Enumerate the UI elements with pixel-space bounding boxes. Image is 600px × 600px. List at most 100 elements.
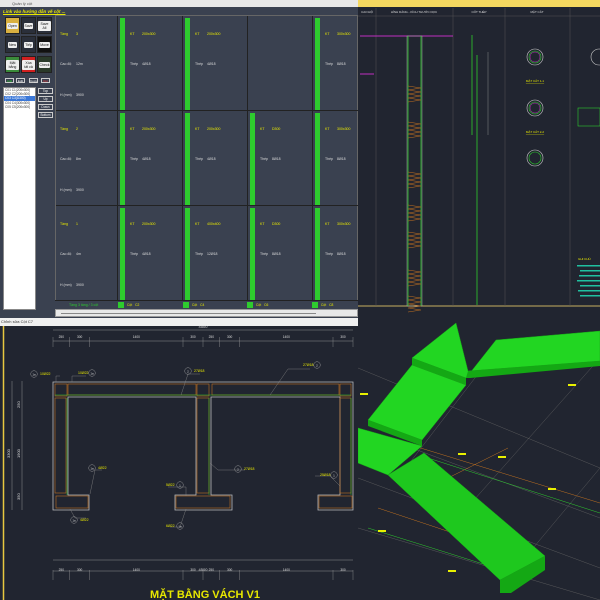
steel-label: Thép — [325, 252, 333, 256]
footer-column-c4[interactable]: Cột C4 — [183, 302, 204, 308]
size-value: 300x300 — [337, 222, 351, 226]
plan-title: MẶT BẰNG VÁCH V1 — [150, 588, 260, 600]
size-label: KT — [195, 32, 200, 36]
copy-button[interactable]: Copy — [29, 78, 38, 83]
section-label: MẶT CẮT 2-2 — [526, 129, 545, 134]
stirrups — [54, 383, 353, 509]
segment-dim: 300 — [190, 335, 196, 339]
steel-label: Thép — [130, 157, 138, 161]
height-value: 3900 — [76, 283, 84, 287]
floor-row: Tầng 2 Cao độ 8m H (mm) 3900 KT 200x300 Thép 4Ø18… — [56, 111, 358, 206]
check-button[interactable]: Check — [37, 56, 52, 73]
column-cell[interactable]: KT 300x300 Thép 8Ø18 — [313, 206, 358, 301]
floor-info-cell[interactable]: Tầng 2 Cao độ 8m H (mm) 3900 — [56, 111, 118, 206]
column-color-swatch — [118, 302, 124, 308]
wall-outline — [52, 381, 354, 511]
rebar-labels: 1a 10Ø22 1a10Ø22 2 27Ø18227Ø182 27Ø18125Ø181a… — [30, 361, 338, 530]
delete-all-button[interactable]: Xóa tất cả — [21, 56, 36, 73]
3d-model-viewport[interactable] — [358, 318, 600, 600]
steel-label: Thép — [195, 252, 203, 256]
floor-row: Tầng 3 Cao độ 12m H (mm) 3900 KT 200x300 Thép 4Ø1… — [56, 16, 358, 111]
move-top-button[interactable]: Top — [38, 88, 53, 94]
rebar-mark: 1 — [333, 473, 335, 477]
delete-all-label: Xóa tất cả — [22, 59, 35, 70]
column-grid: Tầng 3 Cao độ 12m H (mm) 3900 KT 200x300 Thép 4Ø1… — [55, 15, 358, 303]
rebar-label: 10Ø22 — [78, 371, 89, 375]
footer-name: C8 — [329, 303, 334, 307]
size-value: 200x300 — [142, 222, 156, 226]
column-color-swatch — [247, 302, 253, 308]
height-value: 3900 — [76, 93, 84, 97]
footer-column-c6[interactable]: Cột C6 — [247, 302, 268, 308]
size-value: 300x300 — [337, 32, 351, 36]
size-label: KT — [130, 32, 135, 36]
column-cell[interactable]: KT D300 Thép 8Ø18 — [248, 206, 313, 301]
rebar-label: 4Ø22 — [98, 466, 107, 470]
move-up-button[interactable]: Up — [38, 96, 53, 102]
segment-dim: 250 — [209, 568, 215, 572]
height-label: H (mm) — [60, 93, 72, 97]
floor-info-cell[interactable]: Tầng 3 Cao độ 12m H (mm) 3900 — [56, 16, 118, 111]
wall-plan-drawing[interactable]: 4500 4500 250 250 300 300 1400 1400 300 300 250 2… — [0, 318, 358, 600]
column-indicator-bar — [185, 113, 190, 205]
column-indicator-bar — [120, 113, 125, 205]
new-button[interactable]: New — [5, 36, 20, 53]
steel-label: Thép — [260, 252, 268, 256]
segment-dim: 300 — [227, 568, 233, 572]
next-button[interactable]: Tiếp — [21, 36, 36, 53]
elevation-label: Cao độ — [60, 157, 72, 161]
plan-button[interactable]: Mặt bằng — [5, 56, 20, 73]
segment-dim: 300 — [340, 335, 346, 339]
segment-dim: 250 — [59, 335, 65, 339]
height-label: H (mm) — [60, 283, 72, 287]
column-cell[interactable]: KT 200x300 Thép 4Ø18 — [183, 111, 248, 206]
segment-dim: 1400 — [283, 335, 290, 339]
segment-dim: 250 — [209, 335, 215, 339]
horizontal-scrollbar[interactable] — [55, 309, 358, 317]
column-cell[interactable]: KT 300x300 Thép 8Ø18 — [313, 16, 358, 111]
steel-value: 8Ø18 — [272, 252, 281, 256]
header-shape: HÌNH DÁNG - KÍCH THƯỚC DỌC — [391, 9, 438, 14]
section-circles — [526, 48, 600, 167]
steel-label: Thép — [130, 252, 138, 256]
help-link[interactable]: Link vào hướng dẫn vẽ cột ... — [3, 9, 66, 14]
column-cell[interactable]: KT 300x300 Thép 8Ø18 — [313, 111, 358, 206]
footer-column-c2[interactable]: Cột C2 — [118, 302, 139, 308]
column-cell[interactable]: KT 200x300 Thép 4Ø18 — [118, 111, 183, 206]
segment-dim: 1400 — [133, 335, 140, 339]
floor-label: Tầng — [60, 127, 68, 131]
steel-value: 4Ø18 — [142, 157, 151, 161]
column-cell[interactable]: KT 400x400 Thép 12Ø18 — [183, 206, 248, 301]
column-detail-drawing[interactable]: CAO ĐỘ HÌNH DÁNG - KÍCH THƯỚC DỌC CỐT TH… — [358, 0, 600, 318]
column-cell[interactable] — [248, 16, 313, 111]
column-list[interactable]: C01 C1(200x300) C02 C2(200x300) C03 C3(D… — [3, 87, 36, 310]
footer-column-c8[interactable]: Cột C8 — [312, 302, 333, 308]
scrollbar-thumb[interactable] — [61, 313, 316, 314]
edit-button[interactable]: Edit — [16, 78, 25, 83]
column-cell[interactable]: KT 200x300 Thép 4Ø18 — [183, 16, 248, 111]
header-section: MẶT CẮT — [530, 9, 543, 14]
viewport-top-border — [358, 0, 600, 7]
move-button[interactable]: Move — [37, 36, 52, 53]
stirrup-zigzag — [407, 85, 422, 103]
steel-value: 4Ø18 — [207, 157, 216, 161]
open-button[interactable]: Open — [5, 17, 20, 34]
floor-info-cell[interactable]: Tầng 1 Cao độ 4m H (mm) 3900 — [56, 206, 118, 301]
steel-value: 8Ø18 — [337, 252, 346, 256]
save-button[interactable]: Save — [21, 17, 36, 34]
column-indicator-bar — [250, 113, 255, 205]
column-cell[interactable]: KT 200x300 Thép 4Ø18 — [118, 16, 183, 111]
column-indicator-bar — [315, 113, 320, 205]
column-cell[interactable]: KT D300 Thép 8Ø18 — [248, 111, 313, 206]
column-cell[interactable]: KT 200x300 Thép 4Ø18 — [118, 206, 183, 301]
move-down-button[interactable]: Down — [38, 104, 53, 110]
list-item[interactable]: C05 C5(200x300) — [4, 105, 35, 109]
elevation-label: Cao độ — [60, 252, 72, 256]
add-button[interactable]: Add — [5, 78, 14, 83]
delete-button[interactable]: Del — [41, 78, 50, 83]
open-label: Open — [7, 22, 18, 29]
move-bottom-button[interactable]: Bottom — [38, 112, 53, 118]
segment-dims: 2502503003001400140030030025025030030014… — [52, 335, 354, 580]
save-all-button[interactable]: Save All — [37, 17, 52, 34]
footer-label: Cột — [127, 303, 133, 307]
